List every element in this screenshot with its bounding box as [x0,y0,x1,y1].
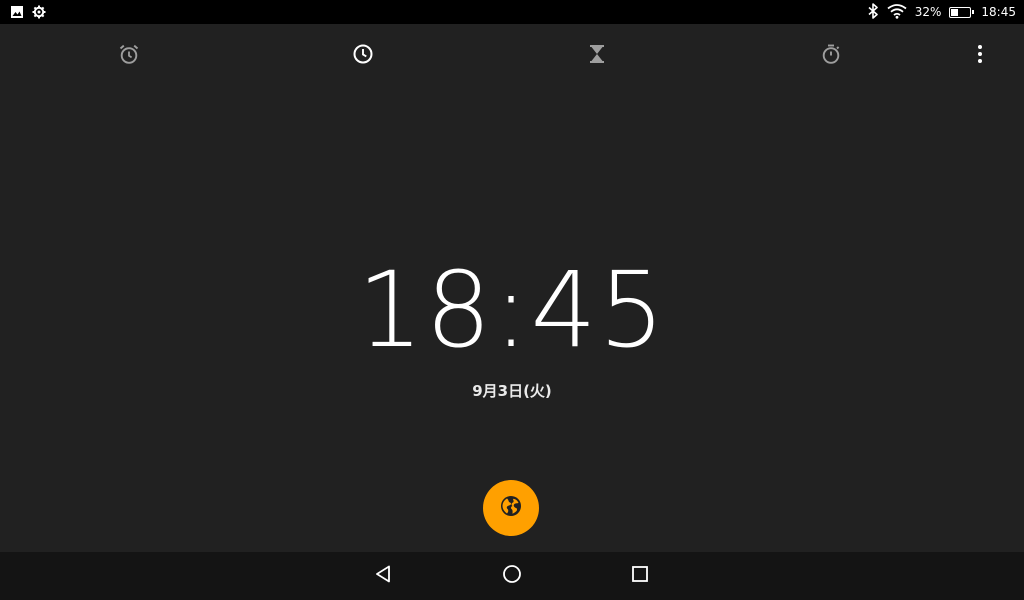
hourglass-icon [586,43,608,69]
battery-percent: 32% [914,5,942,19]
more-vert-icon [977,44,983,68]
status-right: 32% 18:45 [867,0,1016,24]
current-time: 18:45 [357,249,667,371]
navigation-bar [0,552,1024,600]
status-left [10,4,46,23]
overflow-menu-button[interactable] [968,44,992,68]
battery-fill [951,8,958,16]
nav-recents-button[interactable] [628,564,652,588]
status-time: 18:45 [981,5,1016,19]
nav-back-button[interactable] [372,564,396,588]
nav-home-button[interactable] [500,564,524,588]
current-date: 9月3日(火) [472,382,552,400]
globe-icon [499,494,523,522]
wifi-icon [887,3,907,22]
battery-icon [949,6,975,18]
clock-icon [352,43,374,69]
image-icon [10,4,24,23]
tab-alarm[interactable] [117,44,141,68]
world-clock-button[interactable] [483,480,539,536]
home-icon [502,564,522,588]
tab-timer[interactable] [585,44,609,68]
tab-bar [0,24,1024,88]
alarm-clock-icon [118,43,140,69]
status-bar: 32% 18:45 [0,0,1024,24]
tab-stopwatch[interactable] [819,44,843,68]
bluetooth-icon [867,2,879,22]
back-icon [374,564,394,588]
settings-icon [32,4,46,23]
stopwatch-icon [820,43,842,69]
recents-icon [630,564,650,588]
tab-clock[interactable] [351,44,375,68]
